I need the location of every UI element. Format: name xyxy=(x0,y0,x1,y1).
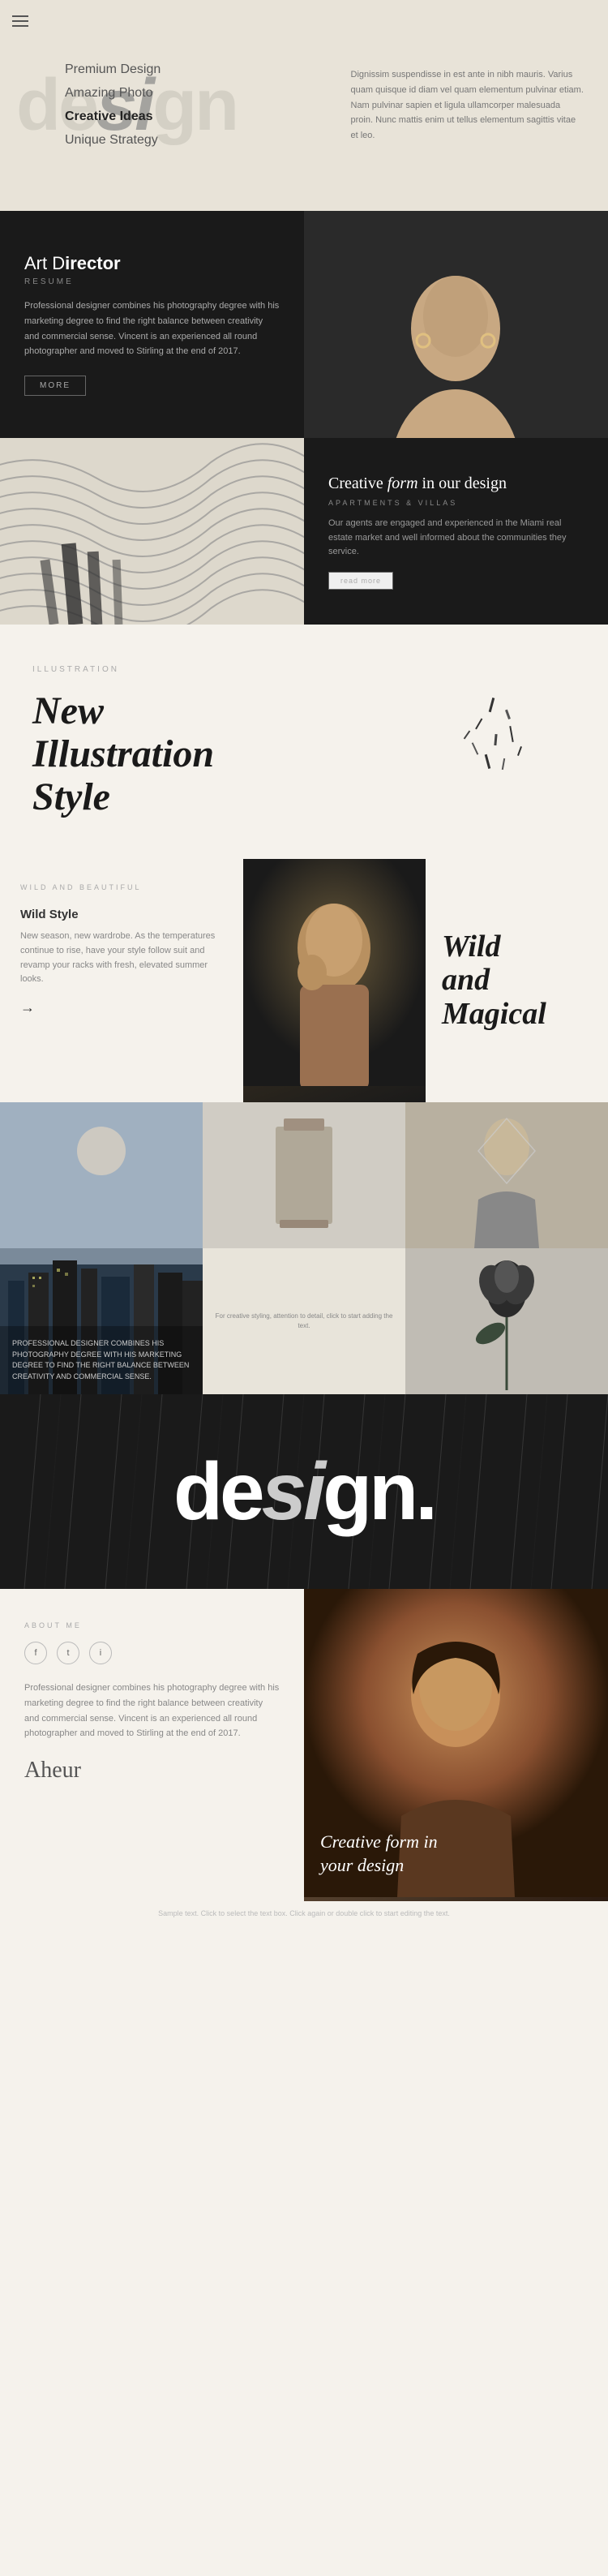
design-big-text: design. xyxy=(173,1445,435,1539)
about-description: Professional designer combines his photo… xyxy=(24,1681,280,1741)
photo-overlay-text: PROFESSIONAL DESIGNER COMBINES HIS PHOTO… xyxy=(0,1326,203,1394)
flower-svg xyxy=(405,1248,608,1394)
about-left: ABOUT ME f t i Professional designer com… xyxy=(0,1589,304,1901)
art-director-section: Art Director RESUME Professional designe… xyxy=(0,211,608,438)
wild-heading: WildandMagical xyxy=(442,930,592,1032)
creative-heading: Creative form in our design xyxy=(328,473,584,494)
wild-portrait-image xyxy=(243,859,426,1102)
about-portrait-line1: Creative form in xyxy=(320,1831,438,1852)
wild-portrait-svg xyxy=(243,859,426,1086)
illustration-line2: Illustration xyxy=(32,732,214,775)
menu-item-creative[interactable]: Creative Ideas xyxy=(65,105,335,129)
photo-cell-object xyxy=(203,1102,405,1248)
menu-item-premium[interactable]: Premium Design xyxy=(65,58,335,82)
object-svg xyxy=(203,1102,405,1248)
art-director-description: Professional designer combines his photo… xyxy=(24,298,280,359)
wild-right: WildandMagical xyxy=(426,859,608,1102)
scatter-decoration xyxy=(446,689,543,787)
footer-sample-text: Sample text. Click to select the text bo… xyxy=(0,1901,608,1926)
photo-cell-fashion xyxy=(405,1102,608,1248)
wild-style-title: Wild Style xyxy=(20,908,223,921)
wild-section: WILD AND BEAUTIFUL Wild Style New season… xyxy=(0,859,608,1102)
photo-text-content: For creative styling, attention to detai… xyxy=(203,1303,405,1341)
illustration-label: ILLUSTRATION xyxy=(32,665,576,674)
hero-left: Premium Design Amazing Photo Creative Id… xyxy=(0,0,335,211)
apartments-label: APARTMENTS & VILLAS xyxy=(328,499,584,507)
wild-description: New season, new wardrobe. As the tempera… xyxy=(20,930,223,986)
social-icons: f t i xyxy=(24,1642,280,1664)
art-director-bold: irector xyxy=(65,253,120,273)
menu-item-photo[interactable]: Amazing Photo xyxy=(65,82,335,105)
art-director-portrait xyxy=(304,211,608,438)
facebook-icon[interactable]: f xyxy=(24,1642,47,1664)
portrait-svg xyxy=(304,211,608,438)
fashion-svg xyxy=(405,1102,608,1248)
hero-right: Dignissim suspendisse in est ante in nib… xyxy=(335,0,608,211)
resume-label: RESUME xyxy=(24,277,280,286)
art-director-title: Art Director xyxy=(24,253,280,274)
illustration-section: ILLUSTRATION New Illustration Style xyxy=(0,625,608,859)
about-portrait-container: Creative form in your design xyxy=(304,1589,608,1901)
wave-image xyxy=(0,438,304,625)
art-director-left: Art Director RESUME Professional designe… xyxy=(0,211,304,438)
hero-description: Dignissim suspendisse in est ante in nib… xyxy=(351,67,584,143)
arrow-icon[interactable]: → xyxy=(20,999,223,1016)
menu-item-strategy[interactable]: Unique Strategy xyxy=(65,129,335,152)
illustration-italic: Illustration xyxy=(32,732,214,775)
photo-cell-cityscape: PROFESSIONAL DESIGNER COMBINES HIS PHOTO… xyxy=(0,1102,203,1394)
twitter-icon[interactable]: t xyxy=(57,1642,79,1664)
illustration-line3: Style xyxy=(32,775,110,818)
hamburger-menu[interactable] xyxy=(12,12,28,30)
creative-right: Creative form in our design APARTMENTS &… xyxy=(304,438,608,625)
signature: Aheur xyxy=(24,1758,280,1784)
portrait-placeholder xyxy=(304,211,608,438)
creative-description: Our agents are engaged and experienced i… xyxy=(328,517,584,560)
about-label: ABOUT ME xyxy=(24,1621,280,1629)
scatter-svg xyxy=(446,689,543,787)
wild-left: WILD AND BEAUTIFUL Wild Style New season… xyxy=(0,859,243,1102)
about-portrait-line2: your design xyxy=(320,1855,404,1875)
illustration-line1: New xyxy=(32,689,104,732)
more-button[interactable]: MORE xyxy=(24,376,86,396)
read-more-button[interactable]: read more xyxy=(328,572,393,590)
about-portrait-overlay: Creative form in your design xyxy=(320,1831,592,1877)
creative-section: Creative form in our design APARTMENTS &… xyxy=(0,438,608,625)
wild-label: WILD AND BEAUTIFUL xyxy=(20,883,223,891)
about-portrait-heading: Creative form in your design xyxy=(320,1831,592,1877)
footer-text: Sample text. Click to select the text bo… xyxy=(158,1909,450,1917)
instagram-icon[interactable]: i xyxy=(89,1642,112,1664)
photo-cell-text: For creative styling, attention to detai… xyxy=(203,1248,405,1394)
hero-menu: Premium Design Amazing Photo Creative Id… xyxy=(65,58,335,152)
about-section: ABOUT ME f t i Professional designer com… xyxy=(0,1589,608,1901)
hero-section: design Premium Design Amazing Photo Crea… xyxy=(0,0,608,211)
design-dark-section: design. xyxy=(0,1394,608,1589)
photo-grid-section: PROFESSIONAL DESIGNER COMBINES HIS PHOTO… xyxy=(0,1102,608,1394)
about-portrait-image: Creative form in your design xyxy=(304,1589,608,1901)
wild-portrait xyxy=(243,859,426,1102)
photo-cell-flower xyxy=(405,1248,608,1394)
portrait-container xyxy=(304,211,608,438)
wave-svg xyxy=(0,438,304,625)
